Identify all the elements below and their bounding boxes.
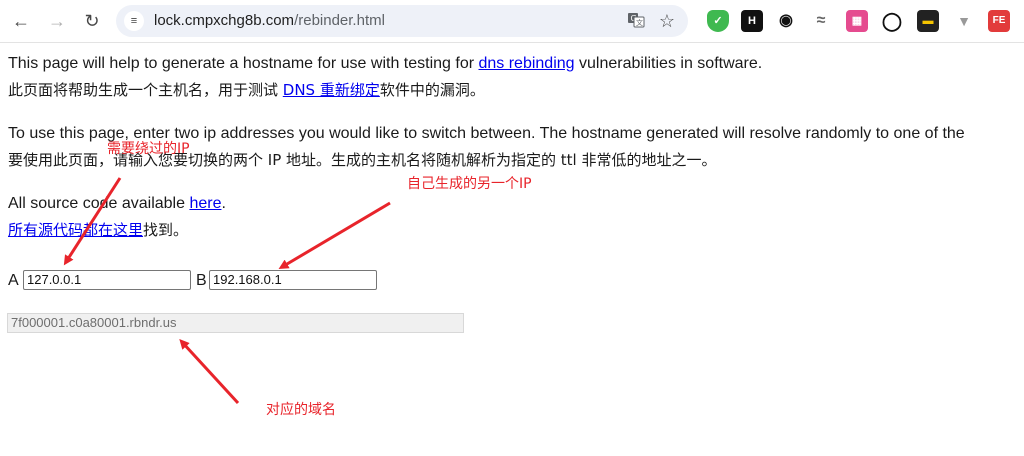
arrow-to-ip-b bbox=[278, 201, 391, 270]
arrow-to-hostname bbox=[179, 339, 240, 405]
annotation-arrows bbox=[63, 177, 391, 405]
annotation-ip-to-bypass: 需要绕过的IP bbox=[107, 141, 190, 157]
annotation-own-ip: 自己生成的另一个IP bbox=[407, 176, 532, 192]
arrow-to-ip-a bbox=[63, 177, 122, 266]
annotation-domain: 对应的域名 bbox=[266, 402, 336, 418]
